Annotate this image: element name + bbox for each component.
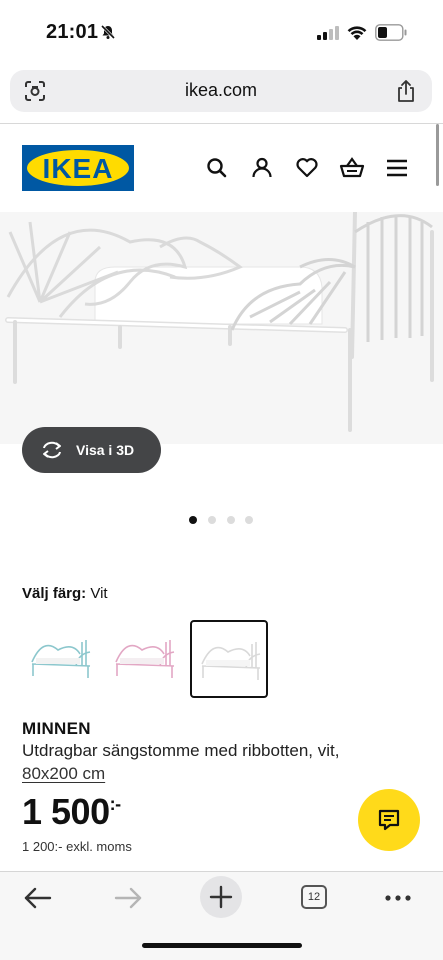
menu-icon[interactable]	[384, 155, 410, 181]
more-icon[interactable]	[378, 878, 418, 918]
logo-text: IKEA	[43, 153, 114, 184]
chat-button[interactable]	[358, 789, 420, 851]
view-3d-button[interactable]: Visa i 3D	[22, 427, 161, 473]
ikea-logo[interactable]: IKEA	[22, 145, 134, 191]
cart-icon[interactable]	[339, 155, 365, 181]
gallery-pagination[interactable]	[189, 516, 259, 524]
colour-option-pink[interactable]	[106, 620, 184, 698]
gallery-dot[interactable]	[208, 516, 216, 524]
gallery-dot[interactable]	[245, 516, 253, 524]
colour-label: Välj färg:	[22, 585, 87, 602]
tabs-button[interactable]: 12	[301, 885, 327, 909]
product-description: Utdragbar sängstomme med ribbotten, vit,	[22, 741, 340, 760]
bed-thumbnail	[31, 640, 91, 678]
battery-icon	[375, 24, 407, 41]
new-tab-button[interactable]	[200, 876, 242, 918]
product-name: MINNEN	[22, 719, 91, 738]
price-suffix: :-	[109, 794, 122, 814]
price-amount: 1 500	[22, 791, 110, 832]
scrollbar[interactable]	[436, 124, 439, 186]
view-3d-label: Visa i 3D	[76, 442, 135, 458]
bed-illustration	[0, 212, 443, 444]
colour-option-turquoise[interactable]	[22, 620, 100, 698]
colour-value: Vit	[90, 585, 108, 602]
wifi-icon	[347, 26, 367, 40]
forward-arrow-icon[interactable]	[108, 878, 148, 918]
bed-thumbnail	[115, 640, 175, 678]
product-size-link[interactable]: 80x200 cm	[22, 764, 105, 784]
new-tab-plus-icon	[209, 885, 233, 909]
address-bar[interactable]: ikea.com	[10, 70, 432, 112]
product-image[interactable]	[0, 212, 443, 444]
status-bar: 21:01	[0, 0, 443, 62]
account-icon[interactable]	[249, 155, 275, 181]
status-time: 21:01	[46, 21, 99, 43]
price-excl-vat: 1 200:- exkl. moms	[22, 839, 132, 854]
bed-thumbnail	[201, 642, 261, 680]
wishlist-heart-icon[interactable]	[294, 155, 320, 181]
product-price: 1 500:-	[22, 791, 121, 833]
share-icon[interactable]	[396, 79, 416, 103]
header-divider	[0, 123, 443, 124]
colour-selector-label: Välj färg: Vit	[22, 585, 108, 602]
back-arrow-icon[interactable]	[18, 878, 58, 918]
search-icon[interactable]	[204, 155, 230, 181]
bell-off-icon	[100, 24, 116, 40]
home-indicator[interactable]	[142, 943, 302, 948]
cellular-signal-icon	[317, 26, 339, 40]
url-text: ikea.com	[184, 80, 258, 100]
gallery-dot[interactable]	[189, 516, 197, 524]
gallery-dot[interactable]	[227, 516, 235, 524]
chat-icon	[378, 809, 400, 831]
rotate-3d-icon	[43, 441, 61, 459]
colour-option-white[interactable]	[190, 620, 268, 698]
